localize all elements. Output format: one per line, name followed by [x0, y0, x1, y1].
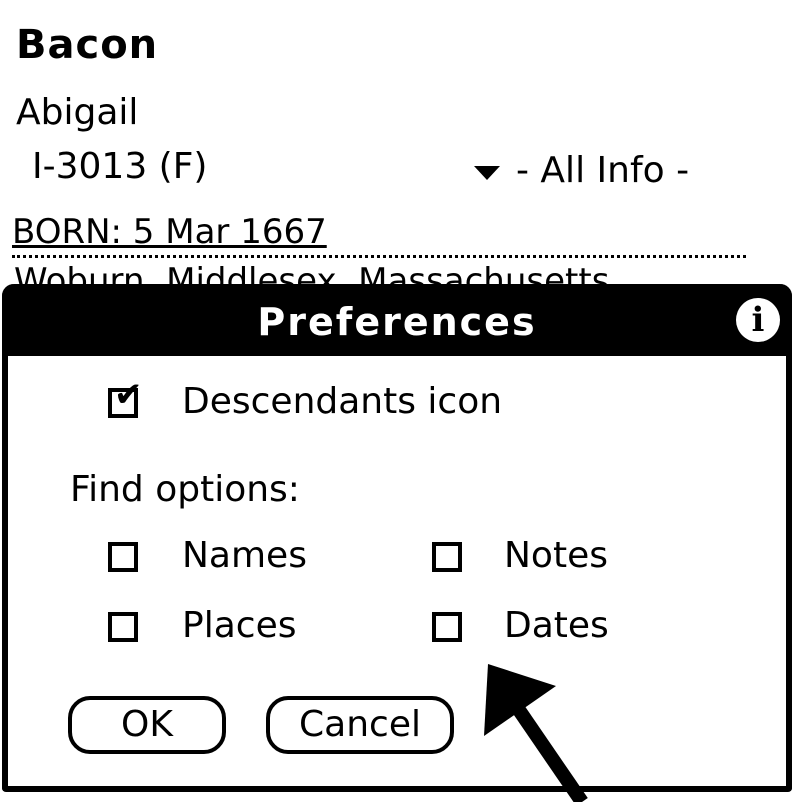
view-selector[interactable]: - All Info -: [474, 150, 689, 191]
ok-button[interactable]: OK: [68, 696, 226, 754]
cancel-button[interactable]: Cancel: [266, 696, 454, 754]
notes-checkbox[interactable]: [432, 542, 462, 572]
notes-label: Notes: [504, 535, 608, 576]
info-icon[interactable]: i: [736, 298, 780, 342]
birth-place: Woburn, Middlesex, Massachusetts: [14, 256, 609, 286]
dates-checkbox[interactable]: [432, 612, 462, 642]
places-label: Places: [182, 605, 297, 646]
names-checkbox[interactable]: [108, 542, 138, 572]
triangle-down-icon: [474, 165, 500, 180]
born-field[interactable]: BORN: 5 Mar 1667: [12, 212, 327, 252]
places-checkbox[interactable]: [108, 612, 138, 642]
given-name: Abigail: [16, 92, 139, 133]
descendants-icon-label: Descendants icon: [182, 381, 503, 422]
dialog-title: Preferences: [257, 300, 537, 344]
dialog-titlebar: Preferences i: [2, 284, 792, 356]
view-selector-label: - All Info -: [516, 150, 690, 191]
birth-place-text: Woburn, Middlesex, Massachusetts: [14, 261, 610, 286]
checkmark-icon: ✔: [114, 375, 143, 415]
names-label: Names: [182, 535, 307, 576]
surname-heading: Bacon: [16, 22, 159, 68]
preferences-dialog: Preferences i ✔ Descendants icon Find op…: [2, 284, 792, 792]
palm-screen: Bacon Abigail I-3013 (F) - All Info - BO…: [0, 0, 800, 802]
find-options-label: Find options:: [70, 469, 300, 510]
record-id: I-3013 (F): [32, 146, 208, 187]
descendants-icon-checkbox[interactable]: ✔: [108, 378, 143, 418]
dates-label: Dates: [504, 605, 609, 646]
